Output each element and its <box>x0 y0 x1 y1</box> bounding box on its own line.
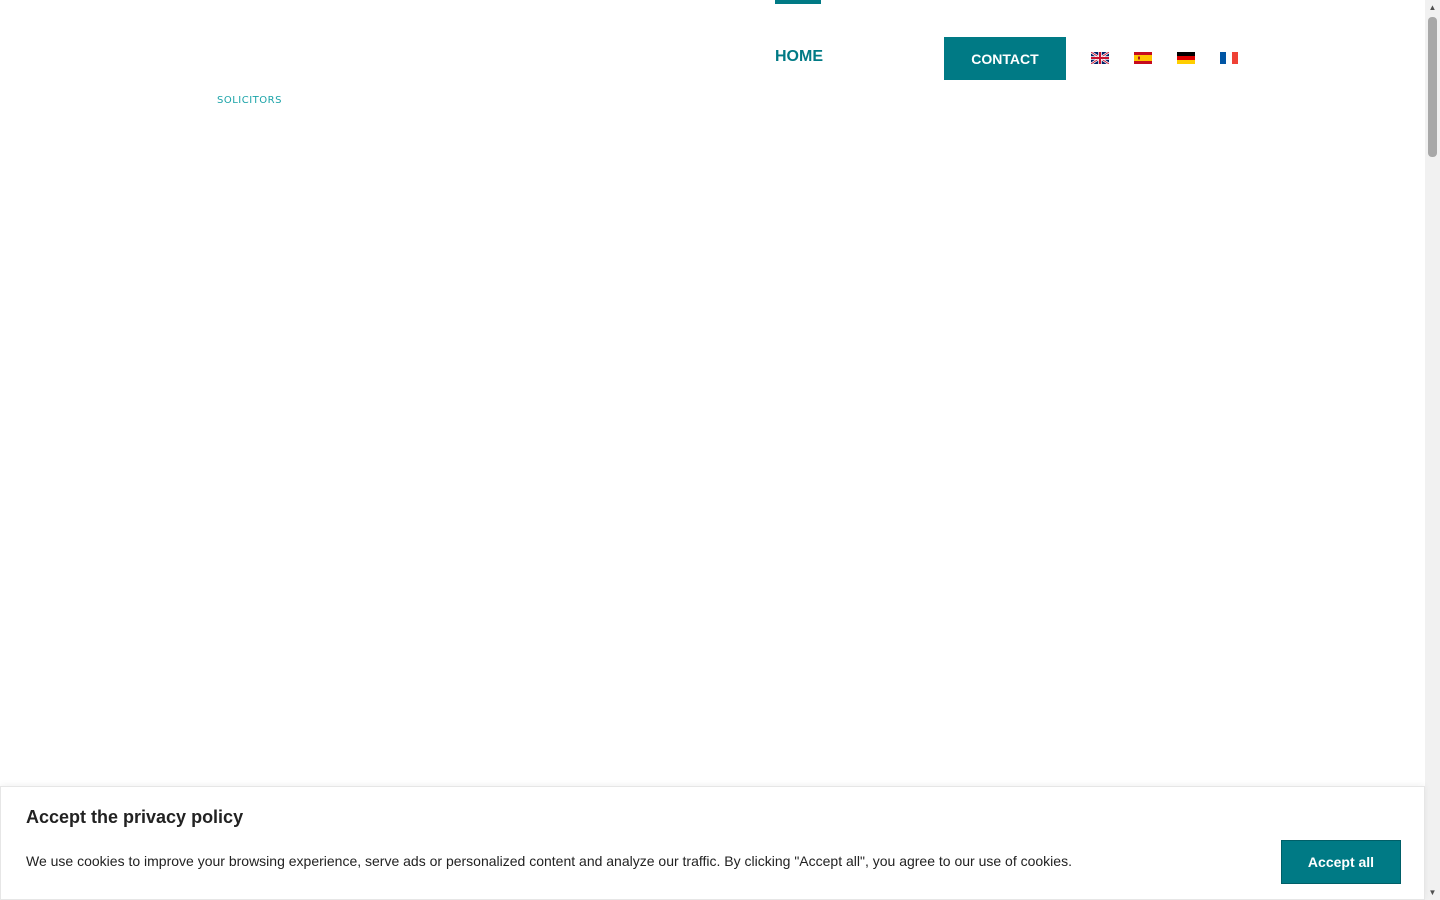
contact-button[interactable]: CONTACT <box>944 37 1066 80</box>
vertical-scrollbar[interactable]: ▲ ▼ <box>1425 0 1440 900</box>
scroll-down-arrow-icon[interactable]: ▼ <box>1425 885 1440 900</box>
cookie-banner-text: We use cookies to improve your browsing … <box>26 853 1072 869</box>
scrollbar-thumb[interactable] <box>1428 17 1437 157</box>
scroll-up-arrow-icon[interactable]: ▲ <box>1425 0 1440 15</box>
page: SOLICITORS HOME CONTACT ▲ ▼ Accept the p… <box>0 0 1440 900</box>
germany-flag-icon[interactable] <box>1177 52 1195 64</box>
nav-home-link[interactable]: HOME <box>775 0 823 80</box>
uk-flag-icon[interactable] <box>1091 52 1109 64</box>
spain-flag-icon[interactable] <box>1134 52 1152 64</box>
nav-home-label: HOME <box>775 48 823 65</box>
cookie-banner: Accept the privacy policy We use cookies… <box>0 786 1425 900</box>
nav-active-indicator <box>775 0 821 4</box>
accept-all-button[interactable]: Accept all <box>1281 840 1401 884</box>
logo-tagline: SOLICITORS <box>217 95 282 106</box>
cookie-banner-title: Accept the privacy policy <box>26 807 244 827</box>
france-flag-icon[interactable] <box>1220 52 1238 64</box>
